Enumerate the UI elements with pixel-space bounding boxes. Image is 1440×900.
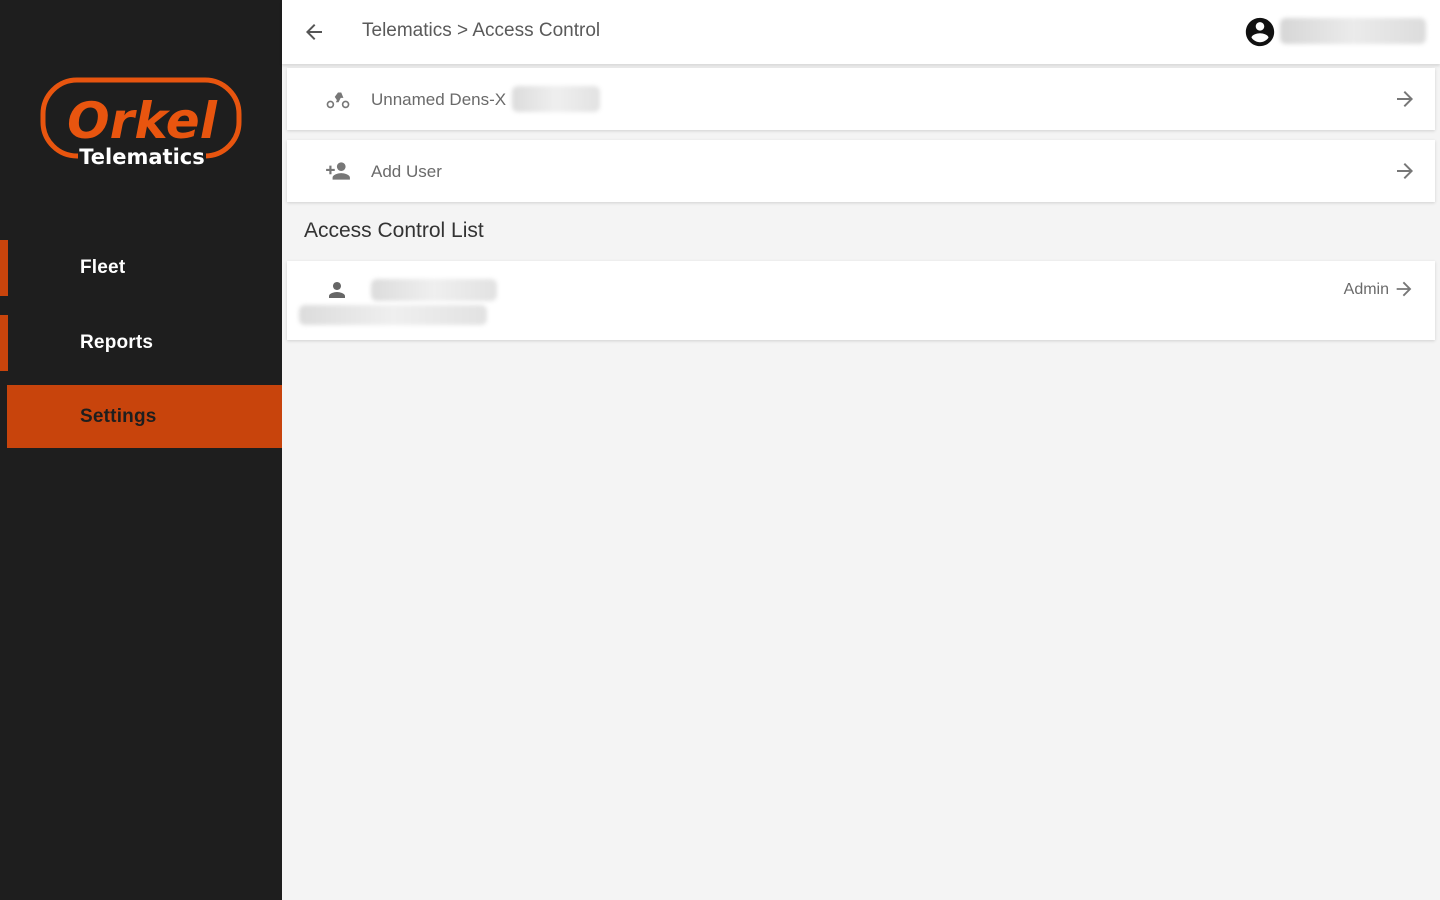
add-user-label: Add User — [371, 162, 442, 181]
arrow-forward-icon — [1393, 159, 1417, 183]
svg-text:Orkel: Orkel — [67, 92, 218, 150]
nav-indicator — [0, 315, 8, 371]
device-name: Unnamed Dens-X — [371, 90, 507, 109]
account-circle-icon[interactable] — [1243, 15, 1277, 49]
svg-text:Telematics: Telematics — [79, 145, 204, 169]
username-redacted — [1280, 18, 1426, 44]
sidebar-item-label: Reports — [80, 332, 154, 353]
arrow-forward-icon — [1393, 278, 1415, 300]
bike-icon — [325, 86, 351, 112]
top-app-bar: Telematics > Access Control — [282, 0, 1440, 64]
sidebar-item-label: Fleet — [80, 257, 126, 278]
device-id-redacted — [512, 86, 600, 112]
nav-indicator — [0, 240, 8, 296]
person-icon — [325, 278, 349, 302]
breadcrumb: Telematics > Access Control — [362, 20, 601, 41]
acl-list-item[interactable]: Admin — [287, 261, 1435, 340]
sidebar: Orkel Telematics Fleet Reports Settings — [0, 0, 282, 900]
user-email-redacted — [299, 305, 487, 325]
user-name-redacted — [371, 279, 497, 301]
sidebar-item-reports[interactable]: Reports — [0, 315, 282, 371]
sidebar-item-fleet[interactable]: Fleet — [0, 240, 282, 296]
sidebar-item-label: Settings — [80, 405, 157, 427]
person-add-icon — [325, 158, 351, 184]
sidebar-item-settings[interactable]: Settings — [7, 385, 282, 448]
arrow-forward-icon — [1393, 87, 1417, 111]
device-card[interactable]: Unnamed Dens-X — [287, 68, 1435, 130]
add-user-card[interactable]: Add User — [287, 140, 1435, 202]
back-arrow-icon[interactable] — [302, 20, 326, 44]
section-title: Access Control List — [304, 219, 484, 242]
orkel-telematics-logo: Orkel Telematics — [40, 76, 244, 176]
role-badge: Admin — [1343, 281, 1389, 298]
